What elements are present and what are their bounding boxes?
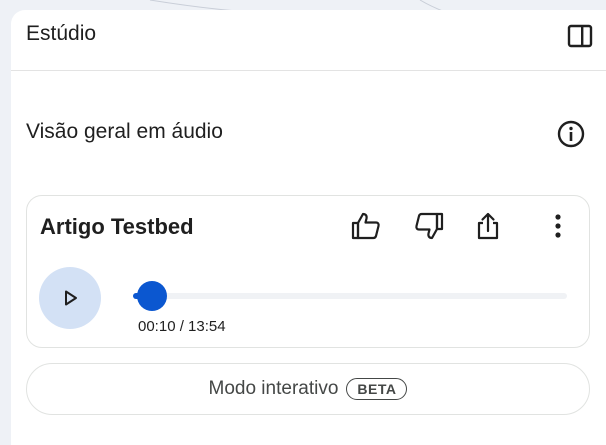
info-button[interactable] (555, 118, 587, 150)
collapse-panel-button[interactable] (564, 20, 596, 52)
audio-title: Artigo Testbed (40, 214, 194, 239)
interactive-mode-button[interactable]: Modo interativo BETA (26, 363, 590, 415)
thumb-up-icon (351, 212, 380, 240)
play-button[interactable] (39, 267, 101, 329)
panel-title: Estúdio (26, 22, 97, 45)
progress-thumb[interactable] (137, 281, 168, 311)
progress-track[interactable] (133, 293, 567, 299)
info-icon (557, 120, 585, 148)
side-panel-icon (567, 24, 593, 48)
more-vert-icon (555, 214, 561, 238)
play-icon (65, 290, 77, 306)
audio-overview-title: Visão geral em áudio (26, 120, 223, 143)
beta-badge: BETA (346, 378, 408, 400)
thumb-down-icon (415, 212, 444, 240)
share-button[interactable] (468, 206, 508, 246)
more-options-button[interactable] (538, 206, 578, 246)
panel-header: Estúdio (11, 10, 606, 71)
thumb-up-button[interactable] (346, 206, 386, 246)
studio-panel: Estúdio Visão geral em áudio Artigo Test… (11, 10, 606, 445)
audio-card: Artigo Testbed 00:10 / 13:54 (26, 195, 590, 348)
time-display: 00:10 / 13:54 (138, 318, 226, 335)
interactive-mode-label: Modo interativo (208, 378, 339, 399)
share-icon (477, 212, 499, 240)
thumb-down-button[interactable] (409, 206, 449, 246)
